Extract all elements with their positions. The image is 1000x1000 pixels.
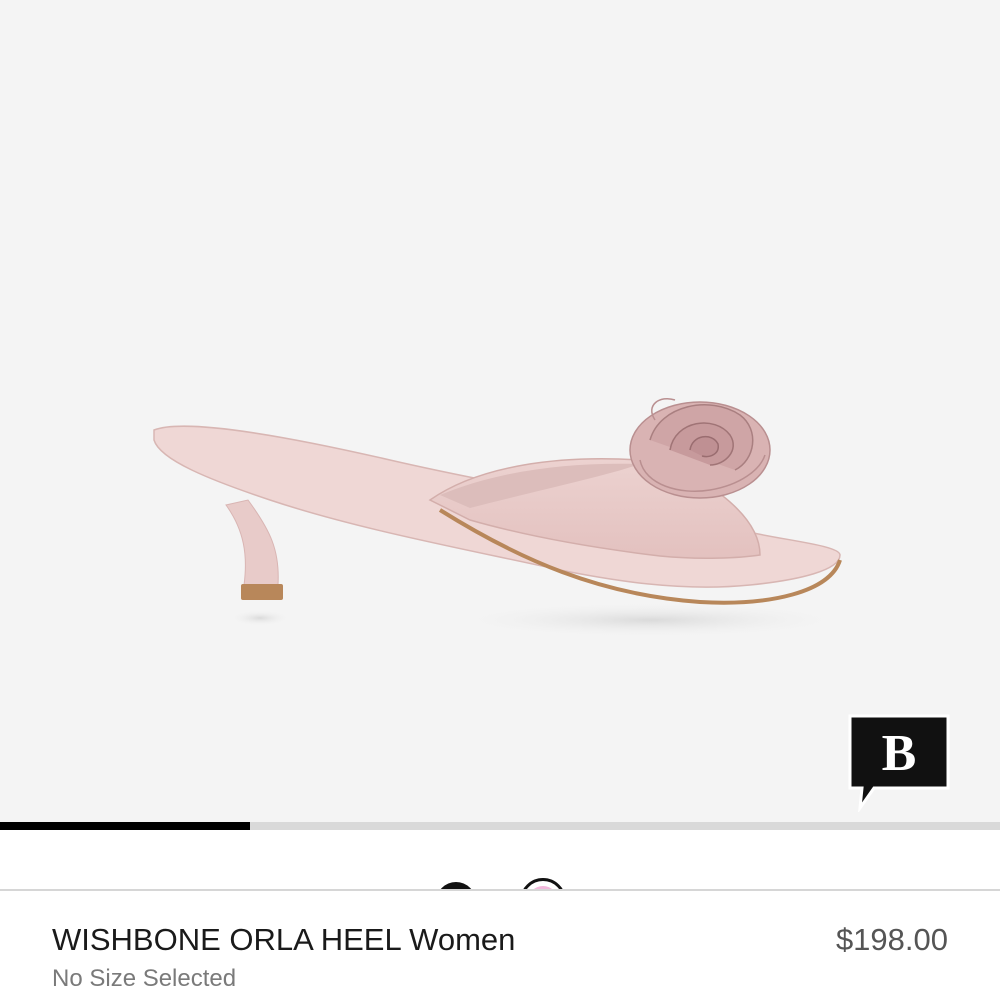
gallery-progress-fill bbox=[0, 822, 250, 830]
brand-b-chat-icon[interactable]: B bbox=[844, 712, 956, 812]
color-swatches bbox=[0, 830, 1000, 890]
product-page: B WISHBONE ORLA HEEL Women $198.00 No Si… bbox=[0, 0, 1000, 1000]
divider bbox=[0, 889, 1000, 891]
product-image-gallery[interactable]: B bbox=[0, 0, 1000, 822]
product-price: $198.00 bbox=[835, 922, 948, 957]
badge-letter: B bbox=[882, 725, 917, 782]
gallery-progress-track bbox=[0, 822, 1000, 830]
shoe-image bbox=[153, 398, 850, 638]
product-name: WISHBONE ORLA HEEL Women bbox=[52, 922, 516, 957]
rose-ornament bbox=[629, 398, 771, 499]
size-status: No Size Selected bbox=[52, 965, 237, 992]
